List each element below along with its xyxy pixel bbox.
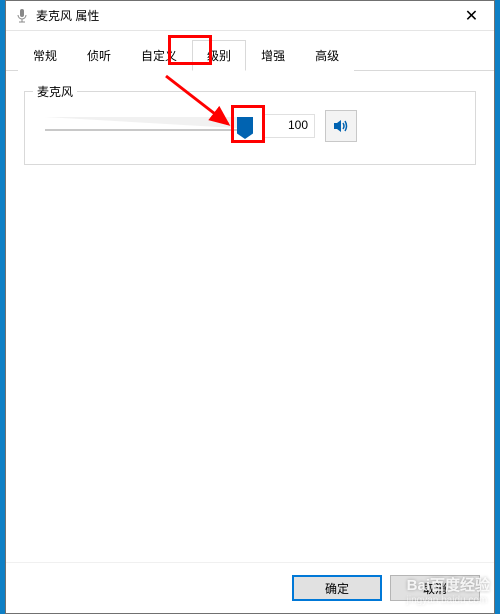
close-button[interactable]: ✕ [449, 1, 494, 31]
dialog-button-row: 确定 取消 [6, 562, 494, 613]
window-title: 麦克风 属性 [36, 7, 449, 24]
tab-advanced[interactable]: 高级 [300, 40, 354, 71]
tab-bar: 常规 侦听 自定义 级别 增强 高级 [6, 31, 494, 71]
cancel-button[interactable]: 取消 [390, 575, 480, 601]
slider-track [45, 129, 253, 131]
ok-button[interactable]: 确定 [292, 575, 382, 601]
tab-listen[interactable]: 侦听 [72, 40, 126, 71]
level-slider-row: 100 [37, 110, 463, 142]
close-icon: ✕ [465, 6, 478, 26]
speaker-icon [332, 117, 350, 135]
microphone-level-group: 麦克风 100 [24, 91, 476, 165]
tab-custom[interactable]: 自定义 [126, 40, 192, 71]
tab-general[interactable]: 常规 [18, 40, 72, 71]
mute-toggle-button[interactable] [325, 110, 357, 142]
tab-content-levels: 麦克风 100 [6, 71, 494, 562]
level-value: 100 [263, 114, 315, 138]
microphone-properties-dialog: 麦克风 属性 ✕ 常规 侦听 自定义 级别 增强 高级 麦克风 100 [5, 0, 495, 614]
slider-range-indicator [45, 117, 253, 129]
level-slider[interactable] [45, 111, 253, 141]
tab-levels[interactable]: 级别 [192, 40, 246, 71]
microphone-icon [14, 8, 30, 24]
slider-thumb[interactable] [237, 117, 253, 139]
group-label: 麦克风 [33, 83, 77, 100]
titlebar: 麦克风 属性 ✕ [6, 1, 494, 31]
tab-enhancements[interactable]: 增强 [246, 40, 300, 71]
